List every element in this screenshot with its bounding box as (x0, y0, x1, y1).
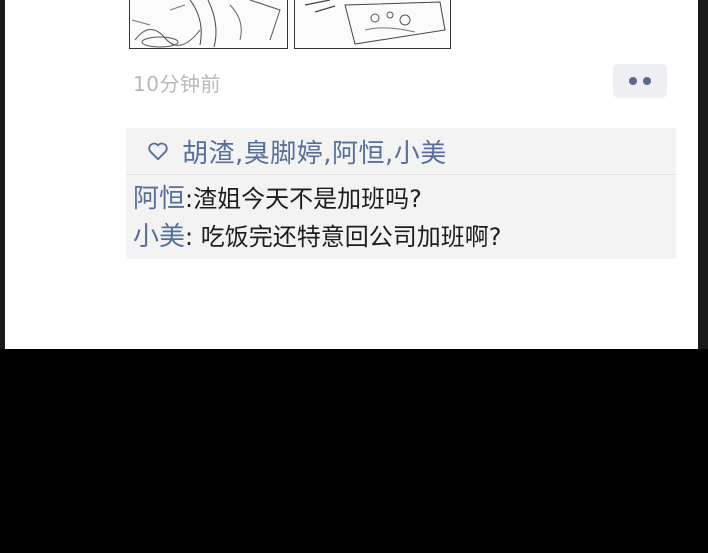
comment-author[interactable]: 阿恒 (133, 184, 185, 214)
more-dots-icon (629, 77, 637, 85)
comment-item[interactable]: 小美: 吃饭完还特意回公司加班啊? (133, 218, 501, 256)
comment-separator: : (185, 223, 201, 251)
more-dots-icon (643, 77, 651, 85)
likes-row: 胡渣,臭脚婷,阿恒,小美 (126, 128, 676, 175)
post-photo[interactable] (129, 0, 288, 49)
photo-sketch (304, 0, 446, 45)
post-timestamp: 10分钟前 (133, 72, 221, 96)
comment-author[interactable]: 小美 (133, 222, 185, 252)
interaction-panel: 胡渣,臭脚婷,阿恒,小美 阿恒:渣姐今天不是加班吗? 小美: 吃饭完还特意回公司… (126, 128, 676, 259)
likes-names[interactable]: 胡渣,臭脚婷,阿恒,小美 (182, 133, 447, 170)
comment-item[interactable]: 阿恒:渣姐今天不是加班吗? (133, 180, 501, 218)
comment-text: 渣姐今天不是加班吗? (193, 185, 422, 213)
moments-post: 10分钟前 胡渣,臭脚婷,阿恒,小美 阿恒:渣姐今天不是加班吗? 小美: 吃饭完… (5, 0, 698, 349)
comments-list: 阿恒:渣姐今天不是加班吗? 小美: 吃饭完还特意回公司加班啊? (133, 180, 501, 256)
post-photo[interactable] (294, 0, 451, 49)
comment-text: 吃饭完还特意回公司加班啊? (200, 223, 502, 251)
phone-frame: 10分钟前 胡渣,臭脚婷,阿恒,小美 阿恒:渣姐今天不是加班吗? 小美: 吃饭完… (0, 0, 708, 349)
more-actions-button[interactable] (613, 64, 667, 98)
heart-outline-icon (148, 142, 168, 161)
comment-separator: : (185, 185, 194, 213)
post-photo-grid (5, 0, 698, 50)
photo-sketch (131, 0, 281, 48)
